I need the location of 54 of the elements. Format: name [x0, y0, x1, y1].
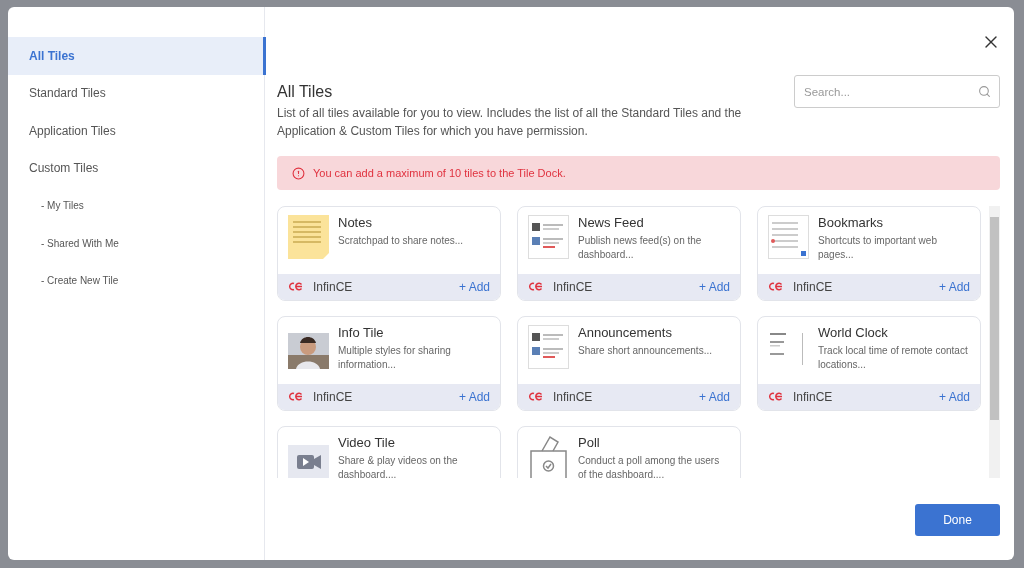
- logo-icon: [528, 392, 543, 402]
- add-link[interactable]: + Add: [938, 279, 970, 294]
- tile-source: InfinCE: [313, 279, 354, 294]
- tile-description: Conduct a poll among the users of the dashboard....: [578, 454, 721, 478]
- sidebar-item[interactable]: All Tiles: [8, 37, 266, 75]
- tile-title: News Feed: [578, 215, 645, 230]
- sidebar-item[interactable]: - Shared With Me: [8, 224, 266, 262]
- sidebar-item[interactable]: - My Tiles: [8, 187, 266, 225]
- tile-description: Shortcuts to important web pages...: [818, 234, 938, 262]
- add-link[interactable]: + Add: [458, 279, 490, 294]
- tile-source: InfinCE: [793, 279, 834, 294]
- feed-preview-icon: [528, 215, 569, 259]
- tile-description: Scratchpad to share notes...: [338, 234, 464, 248]
- tile-description: Publish news feed(s) on the dashboard...: [578, 234, 703, 262]
- list-preview-icon: [768, 215, 809, 259]
- sidebar-item[interactable]: - Create New Tile: [8, 262, 266, 300]
- search-icon: [978, 85, 991, 98]
- tile-description: Share short announcements...: [578, 344, 712, 358]
- tile-title: Info Tile: [338, 325, 385, 340]
- tile-source: InfinCE: [553, 279, 594, 294]
- done-button[interactable]: Done: [915, 504, 1000, 536]
- logo-icon: [288, 282, 303, 292]
- tile-title: Video Tile: [338, 435, 396, 450]
- section-title: All Tiles: [277, 83, 334, 101]
- alert-text: You can add a maximum of 10 tiles to the Tile Dock.: [313, 167, 566, 179]
- logo-icon: [768, 392, 783, 402]
- sidebar-item[interactable]: Custom Tiles: [8, 149, 266, 187]
- tile-title: World Clock: [818, 325, 889, 340]
- logo-icon: [768, 282, 783, 292]
- scrollbar[interactable]: [989, 206, 1000, 478]
- tile-title: Poll: [578, 435, 601, 450]
- feed-preview-icon: [528, 325, 569, 369]
- tile-description: Track local time of remote contact locations...: [818, 344, 969, 372]
- search-field[interactable]: Search...: [794, 75, 1000, 108]
- add-link[interactable]: + Add: [938, 389, 970, 404]
- tile-title: Bookmarks: [818, 215, 885, 230]
- tile-description: Share & play videos on the dashboard....: [338, 454, 459, 478]
- logo-icon: [288, 392, 303, 402]
- alert-icon: [292, 166, 305, 180]
- tile-description: Multiple styles for sharing information...: [338, 344, 452, 372]
- tile-source: InfinCE: [793, 389, 834, 404]
- sidebar-item[interactable]: Application Tiles: [8, 112, 266, 150]
- tile-source: InfinCE: [313, 389, 354, 404]
- section-description: List of all tiles available for you to view. Includes the list of all the Standard Tiles and the Application & Custom Tiles for which you have permission.: [277, 105, 743, 140]
- tile-title: Announcements: [578, 325, 673, 340]
- add-link[interactable]: + Add: [698, 389, 730, 404]
- note-icon: [288, 215, 329, 259]
- ballot-box-icon: [528, 435, 569, 478]
- logo-icon: [528, 282, 543, 292]
- tile-source: InfinCE: [553, 389, 594, 404]
- add-link[interactable]: + Add: [458, 389, 490, 404]
- add-link[interactable]: + Add: [698, 279, 730, 294]
- tile-title: Notes: [338, 215, 373, 230]
- sidebar-item[interactable]: Standard Tiles: [8, 74, 266, 112]
